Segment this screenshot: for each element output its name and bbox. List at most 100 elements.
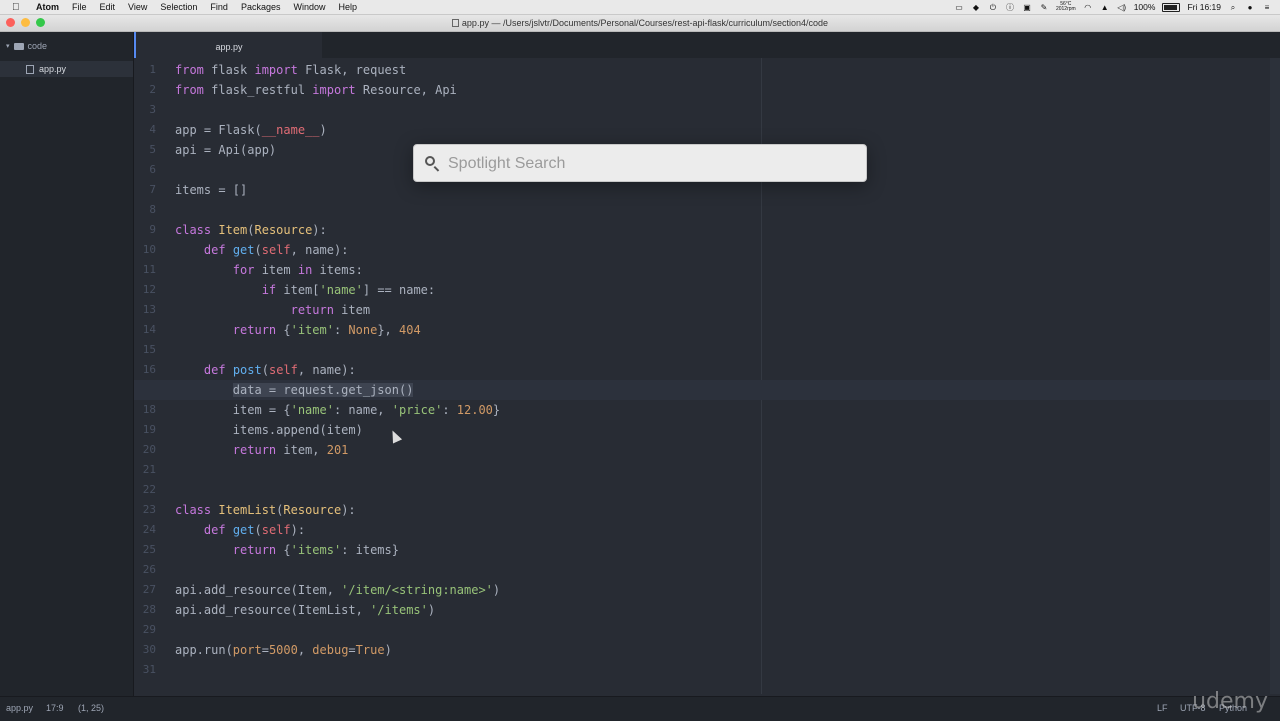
list-icon[interactable]: ≡ [1262, 3, 1272, 12]
line-number[interactable]: 10 [134, 240, 156, 260]
menu-help[interactable]: Help [338, 2, 357, 12]
line-number[interactable]: 23 [134, 500, 156, 520]
line-number[interactable]: 1 [134, 60, 156, 80]
temperature-readout[interactable]: 56°C 2012rpm [1056, 2, 1076, 12]
code-line[interactable]: item = {'name': name, 'price': 12.00} [175, 400, 500, 420]
line-number[interactable]: 31 [134, 660, 156, 680]
line-number[interactable]: 20 [134, 440, 156, 460]
menu-app-atom[interactable]: Atom [36, 2, 59, 12]
code-line[interactable]: class ItemList(Resource): [175, 500, 500, 520]
status-line-ending[interactable]: LF [1157, 703, 1168, 713]
chevron-down-icon[interactable]: ▾ [6, 42, 10, 50]
code-line[interactable]: ​ [175, 560, 500, 580]
code-line[interactable]: return item, 201 [175, 440, 500, 460]
code-line[interactable]: for item in items: [175, 260, 500, 280]
line-number[interactable]: 25 [134, 540, 156, 560]
code-line[interactable]: from flask_restful import Resource, Api [175, 80, 500, 100]
spotlight-search-input[interactable] [446, 153, 850, 175]
info-icon[interactable]: ⓘ [1005, 3, 1015, 12]
code-line[interactable]: return {'item': None}, 404 [175, 320, 500, 340]
status-selection-count[interactable]: (1, 25) [78, 703, 104, 713]
editor-scrollbar[interactable] [1270, 58, 1280, 694]
code-line[interactable]: ​ [175, 480, 500, 500]
line-number[interactable]: 19 [134, 420, 156, 440]
line-number[interactable]: 6 [134, 160, 156, 180]
menu-window[interactable]: Window [293, 2, 325, 12]
line-number[interactable]: 5 [134, 140, 156, 160]
line-number[interactable]: 4 [134, 120, 156, 140]
line-number[interactable]: 11 [134, 260, 156, 280]
line-number[interactable]: 24 [134, 520, 156, 540]
code-line[interactable]: def post(self, name): [175, 360, 500, 380]
menu-packages[interactable]: Packages [241, 2, 281, 12]
code-line[interactable]: ​ [175, 660, 500, 680]
tab-app-py[interactable]: app.py [134, 32, 322, 58]
close-window-button[interactable] [6, 18, 15, 27]
volume-icon[interactable]: ◁) [1117, 3, 1127, 12]
code-line[interactable]: from flask import Flask, request [175, 60, 500, 80]
text-selection[interactable]: data = request.get_json() [232, 383, 414, 397]
line-number[interactable]: 15 [134, 340, 156, 360]
screen-icon[interactable]: ▭ [954, 3, 964, 12]
menu-find[interactable]: Find [210, 2, 228, 12]
line-number[interactable]: 22 [134, 480, 156, 500]
line-number[interactable]: 9 [134, 220, 156, 240]
clock[interactable]: Fri 16:19 [1187, 2, 1221, 12]
line-number[interactable]: 3 [134, 100, 156, 120]
line-number[interactable]: 28 [134, 600, 156, 620]
document-icon[interactable]: ▣ [1022, 3, 1032, 12]
code-line[interactable]: ​ [175, 340, 500, 360]
code-line[interactable]: ​ [175, 200, 500, 220]
line-number[interactable]: 26 [134, 560, 156, 580]
menu-file[interactable]: File [72, 2, 87, 12]
line-number[interactable]: 7 [134, 180, 156, 200]
line-number[interactable]: 8 [134, 200, 156, 220]
code-line[interactable]: def get(self): [175, 520, 500, 540]
search-icon[interactable]: ⌕ [1228, 3, 1238, 12]
tree-file-app-py[interactable]: app.py [0, 61, 133, 77]
script-icon[interactable]: ✎ [1039, 3, 1049, 12]
code-line[interactable]: items.append(item) [175, 420, 500, 440]
line-number[interactable]: 30 [134, 640, 156, 660]
code-line[interactable]: ​ [175, 620, 500, 640]
spotlight-search-bar[interactable] [413, 144, 867, 182]
line-number[interactable]: 21 [134, 460, 156, 480]
line-number[interactable]: 16 [134, 360, 156, 380]
code-line[interactable]: return {'items': items} [175, 540, 500, 560]
code-line[interactable]: data = request.get_json() [134, 380, 1280, 400]
menu-edit[interactable]: Edit [100, 2, 116, 12]
line-number[interactable]: 13 [134, 300, 156, 320]
line-number[interactable]: 27 [134, 580, 156, 600]
code-line[interactable]: app.run(port=5000, debug=True) [175, 640, 500, 660]
status-file-name[interactable]: app.py [6, 703, 33, 713]
line-number[interactable]: 18 [134, 400, 156, 420]
code-line[interactable]: api.add_resource(ItemList, '/items') [175, 600, 500, 620]
code-line[interactable]: ​ [175, 460, 500, 480]
code-line[interactable]: items = [] [175, 180, 500, 200]
line-number-gutter[interactable]: 1234567891011121314151617181920212223242… [134, 60, 156, 680]
menu-selection[interactable]: Selection [160, 2, 197, 12]
code-line[interactable]: app = Flask(__name__) [175, 120, 500, 140]
code-line[interactable]: if item['name'] == name: [175, 280, 500, 300]
wifi-icon[interactable]: ◠ [1083, 3, 1093, 12]
code-line[interactable]: class Item(Resource): [175, 220, 500, 240]
battery-percent[interactable]: 100% [1134, 2, 1156, 12]
menu-view[interactable]: View [128, 2, 147, 12]
zoom-window-button[interactable] [36, 18, 45, 27]
code-line[interactable]: ​ [175, 100, 500, 120]
apple-icon[interactable]:  [12, 2, 24, 13]
code-line[interactable]: api.add_resource(Item, '/item/<string:na… [175, 580, 500, 600]
minimize-window-button[interactable] [21, 18, 30, 27]
line-number[interactable]: 2 [134, 80, 156, 100]
line-number[interactable]: 29 [134, 620, 156, 640]
code-line[interactable]: def get(self, name): [175, 240, 500, 260]
power-icon[interactable]: ⏻ [988, 3, 998, 12]
line-number[interactable]: 12 [134, 280, 156, 300]
status-cursor-position[interactable]: 17:9 [46, 703, 64, 713]
airplay-icon[interactable]: ▲ [1100, 3, 1110, 12]
dropbox-icon[interactable]: ◆ [971, 3, 981, 12]
siri-icon[interactable]: ● [1245, 3, 1255, 12]
line-number[interactable]: 14 [134, 320, 156, 340]
code-line[interactable]: return item [175, 300, 500, 320]
tree-root-folder[interactable]: ▾ code [6, 41, 47, 51]
